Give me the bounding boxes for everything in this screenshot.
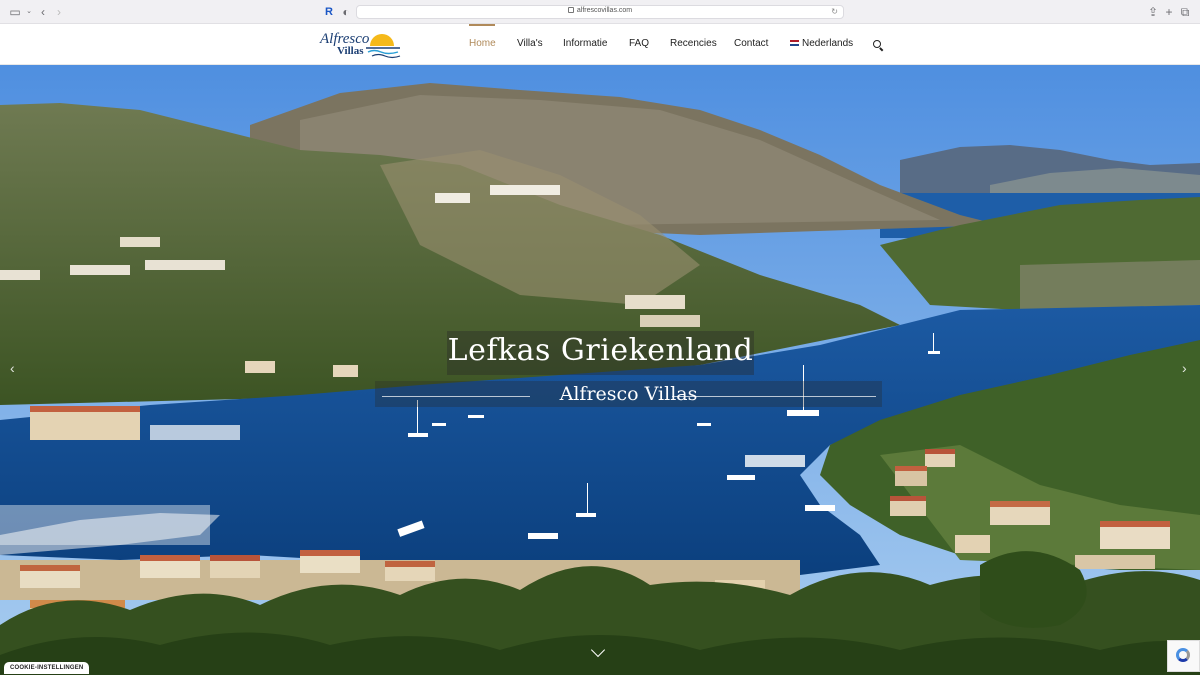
- nav-villas[interactable]: Villa's: [517, 38, 543, 49]
- hero-subtitle: Alfresco Villas: [559, 383, 698, 405]
- share-icon[interactable]: ⇪: [1146, 5, 1160, 19]
- nav-informatie[interactable]: Informatie: [563, 38, 607, 49]
- back-chevron-left-icon[interactable]: ‹: [36, 5, 50, 19]
- logo-sun-icon: [366, 34, 401, 59]
- flag-nl-icon: [790, 40, 799, 47]
- chevron-down-icon[interactable]: ⌄: [22, 5, 36, 19]
- tabs-overview-icon[interactable]: ⧉: [1178, 5, 1192, 19]
- forward-chevron-right-icon[interactable]: ›: [52, 5, 66, 19]
- browser-toolbar: ▭ ⌄ ‹ › R ◐ alfrescovillas.com ↻ ⇪ + ⧉: [0, 0, 1200, 24]
- nav-home[interactable]: Home: [469, 38, 496, 49]
- lock-icon: [567, 7, 574, 14]
- slider-prev-chevron-left-icon[interactable]: ‹: [10, 360, 15, 376]
- nav-recencies[interactable]: Recencies: [670, 38, 717, 49]
- reload-icon[interactable]: ↻: [831, 7, 838, 16]
- recaptcha-icon: [1167, 640, 1200, 672]
- site-logo[interactable]: Alfresco Villas: [320, 30, 402, 60]
- logo-line2: Villas: [337, 45, 364, 57]
- shield-icon[interactable]: ◐: [339, 5, 353, 19]
- extension-r-icon[interactable]: R: [322, 5, 336, 19]
- address-bar[interactable]: alfrescovillas.com ↻: [356, 5, 844, 19]
- nav-language[interactable]: Nederlands: [790, 38, 853, 49]
- nav-contact[interactable]: Contact: [734, 38, 768, 49]
- search-icon[interactable]: [873, 40, 881, 48]
- slider-next-chevron-right-icon[interactable]: ›: [1182, 360, 1187, 376]
- cookie-settings-button[interactable]: COOKIE-INSTELLINGEN: [4, 662, 90, 674]
- sidebar-icon[interactable]: ▭: [8, 5, 22, 19]
- active-indicator: [469, 24, 495, 26]
- new-tab-plus-icon[interactable]: +: [1162, 5, 1176, 19]
- url-text: alfrescovillas.com: [576, 7, 633, 14]
- site-header: Alfresco Villas Home Villa's Informatie …: [0, 24, 1200, 65]
- hero-slider: Lefkas Griekenland Alfresco Villas ‹ › C…: [0, 65, 1200, 675]
- language-label: Nederlands: [802, 38, 854, 49]
- nav-faq[interactable]: FAQ: [629, 38, 649, 49]
- hero-title: Lefkas Griekenland: [447, 333, 754, 368]
